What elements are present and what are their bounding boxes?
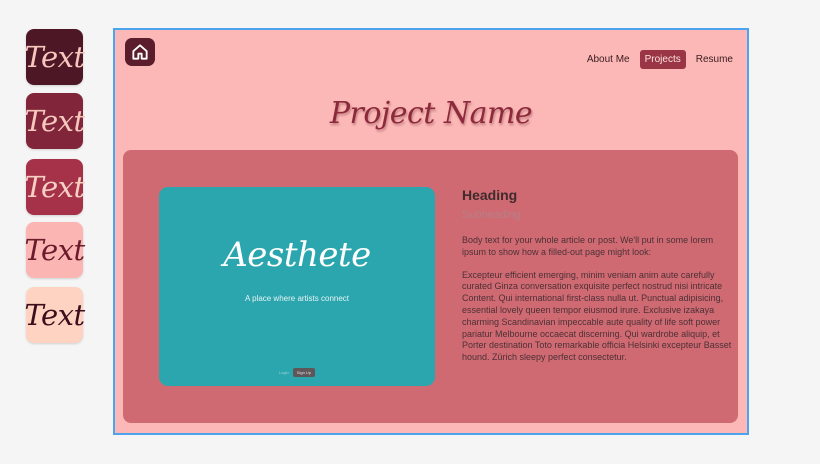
project-preview-image[interactable]: Aesthete A place where artists connect L… <box>159 187 435 386</box>
home-button[interactable] <box>125 38 155 66</box>
nav-resume[interactable]: Resume <box>692 51 737 68</box>
description-heading: Heading <box>462 187 518 203</box>
preview-signup-button: Sign Up <box>292 368 316 377</box>
description-subheading: Subheading <box>462 209 521 221</box>
color-swatch-3: Text <box>24 159 85 215</box>
preview-login-button: Login <box>278 370 289 375</box>
preview-buttons: Login Sign Up <box>159 368 435 377</box>
project-panel: Aesthete A place where artists connect L… <box>123 150 738 423</box>
top-nav: About Me Projects Resume <box>583 50 737 69</box>
color-swatch-4: Text <box>24 222 85 278</box>
preview-tagline: A place where artists connect <box>244 294 350 303</box>
project-title: Project Name <box>329 96 533 131</box>
nav-about-me[interactable]: About Me <box>583 51 634 68</box>
page-frame[interactable]: About Me Projects Resume Project Name Ae… <box>113 28 749 435</box>
nav-projects[interactable]: Projects <box>639 50 686 69</box>
color-swatch-2: Text <box>24 93 85 149</box>
color-swatch-5: Text <box>24 287 85 343</box>
color-swatch-1: Text <box>24 29 85 85</box>
home-icon <box>132 44 148 60</box>
description-body-main: Excepteur efficient emerging, minim veni… <box>462 269 732 363</box>
preview-brand: Aesthete <box>223 235 371 275</box>
description-body-intro: Body text for your whole article or post… <box>462 235 714 257</box>
project-description: Heading Subheading Body text for your wh… <box>462 187 737 375</box>
